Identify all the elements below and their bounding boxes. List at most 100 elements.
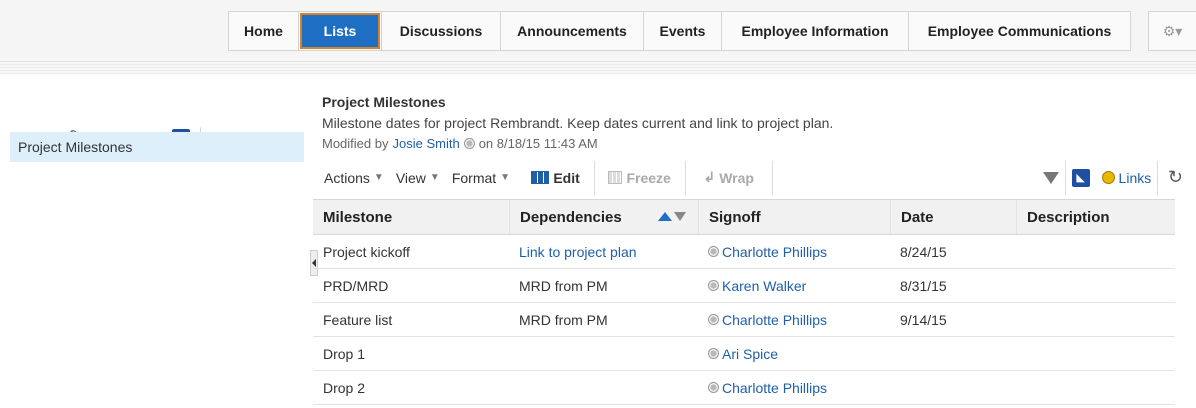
- links-button[interactable]: Links: [1096, 160, 1158, 195]
- cell-dependencies: Link to project plan: [509, 235, 698, 269]
- presence-icon: [708, 314, 719, 325]
- column-label: Milestone: [323, 208, 393, 226]
- cell-date-value: 9/14/15: [900, 311, 947, 328]
- chevron-down-icon: ▼: [429, 172, 440, 183]
- column-header-dependencies[interactable]: Dependencies: [509, 200, 698, 234]
- presence-icon: [708, 382, 719, 393]
- tab-lists[interactable]: Lists: [299, 11, 382, 51]
- modified-date: on 8/18/15 11:43 AM: [478, 136, 598, 151]
- refresh-icon: ↻: [1167, 167, 1183, 187]
- table-header: Milestone Dependencies Signoff Date Desc…: [313, 199, 1175, 235]
- cell-signoff-value[interactable]: Charlotte Phillips: [722, 244, 827, 260]
- cell-date-value: 8/31/15: [900, 277, 947, 294]
- table-row[interactable]: Drop 1 Ari Spice: [313, 337, 1175, 371]
- tab-home[interactable]: Home: [228, 11, 299, 51]
- cell-milestone: PRD/MRD: [313, 269, 509, 303]
- column-header-milestone[interactable]: Milestone: [313, 200, 509, 234]
- tab-employee-information[interactable]: Employee Information: [722, 11, 909, 51]
- cell-signoff: Charlotte Phillips: [698, 303, 890, 337]
- presence-icon: [708, 348, 719, 359]
- cell-description: [1016, 303, 1175, 337]
- cell-date-value: 8/24/15: [900, 243, 947, 260]
- column-header-description[interactable]: Description: [1016, 200, 1175, 234]
- view-label: View: [395, 169, 426, 186]
- milestones-table: Milestone Dependencies Signoff Date Desc…: [313, 199, 1175, 405]
- cell-signoff-value[interactable]: Ari Spice: [722, 346, 778, 362]
- sidebar-item-project-milestones[interactable]: Project Milestones: [10, 132, 304, 162]
- rss-icon: ◣: [1071, 168, 1090, 187]
- refresh-button[interactable]: ↻: [1158, 160, 1193, 195]
- cell-signoff-value[interactable]: Karen Walker: [722, 278, 806, 294]
- chevron-down-icon: ▼: [500, 172, 511, 183]
- cell-milestone-value: Drop 1: [323, 345, 366, 362]
- cell-date: 8/24/15: [890, 235, 1016, 269]
- header-divider: [0, 62, 1196, 74]
- settings-menu-button[interactable]: ⚙▾: [1148, 11, 1196, 51]
- tab-announcements[interactable]: Announcements: [501, 11, 644, 51]
- table-row[interactable]: Project kickoff Link to project plan Charl…: [313, 235, 1175, 269]
- cell-dependencies-value[interactable]: Link to project plan: [519, 244, 637, 260]
- format-menu[interactable]: Format ▼: [446, 160, 516, 195]
- view-menu[interactable]: View ▼: [390, 160, 446, 195]
- cell-signoff-value[interactable]: Charlotte Phillips: [722, 380, 827, 396]
- table-row[interactable]: Feature list MRD from PM Charlotte Phillip…: [313, 303, 1175, 337]
- sort-arrows[interactable]: [658, 212, 686, 221]
- cell-signoff: Charlotte Phillips: [698, 371, 890, 405]
- filter-button[interactable]: [1037, 160, 1065, 195]
- table-row[interactable]: PRD/MRD MRD from PM Karen Walker 8/31/15: [313, 269, 1175, 303]
- cell-dependencies: [509, 337, 698, 371]
- tab-discussions[interactable]: Discussions: [382, 11, 501, 51]
- table-edit-icon: [531, 171, 550, 184]
- cell-milestone-value: Project kickoff: [323, 243, 410, 260]
- cell-milestone-value: Feature list: [323, 311, 393, 328]
- cell-date: [890, 337, 1016, 371]
- column-label: Date: [901, 208, 934, 226]
- cell-signoff-value[interactable]: Charlotte Phillips: [722, 312, 827, 328]
- rss-button[interactable]: ◣: [1066, 160, 1096, 195]
- cell-description: [1016, 337, 1175, 371]
- links-label: Links: [1118, 169, 1152, 186]
- cell-description: [1016, 235, 1175, 269]
- chevron-down-icon: ▼: [373, 172, 384, 183]
- edit-label: Edit: [553, 169, 580, 186]
- column-header-signoff[interactable]: Signoff: [698, 200, 890, 234]
- wrap-icon: ↲: [703, 169, 716, 185]
- presence-icon: [708, 246, 719, 257]
- edit-button[interactable]: Edit: [525, 160, 593, 195]
- column-header-date[interactable]: Date: [890, 200, 1016, 234]
- tab-employee-communications[interactable]: Employee Communications: [909, 11, 1131, 51]
- modified-prefix: Modified by: [322, 136, 389, 151]
- actions-menu[interactable]: Actions ▼: [318, 160, 390, 195]
- cell-dependencies: MRD from PM: [509, 303, 698, 337]
- freeze-button[interactable]: Freeze: [594, 160, 684, 195]
- cell-milestone: Feature list: [313, 303, 509, 337]
- gear-icon: ⚙▾: [1162, 22, 1183, 39]
- freeze-label: Freeze: [626, 169, 671, 186]
- sort-descending-icon[interactable]: [674, 212, 686, 221]
- cell-milestone-value: PRD/MRD: [323, 277, 389, 294]
- tab-events[interactable]: Events: [644, 11, 722, 51]
- list-title: Project Milestones: [322, 94, 446, 110]
- cell-date: [890, 371, 1016, 405]
- sidebar-item-label: Project Milestones: [18, 139, 133, 155]
- cell-milestone: Drop 1: [313, 337, 509, 371]
- cell-signoff: Ari Spice: [698, 337, 890, 371]
- sort-ascending-icon[interactable]: [658, 212, 672, 221]
- presence-icon: [463, 138, 475, 149]
- freeze-icon: [608, 171, 623, 184]
- cell-dependencies-value: MRD from PM: [519, 311, 608, 328]
- cell-dependencies: MRD from PM: [509, 269, 698, 303]
- list-description: Milestone dates for project Rembrandt. K…: [322, 115, 834, 131]
- table-row[interactable]: Drop 2 Charlotte Phillips: [313, 371, 1175, 405]
- cell-dependencies: [509, 371, 698, 405]
- cell-description: [1016, 269, 1175, 303]
- presence-icon: [708, 280, 719, 291]
- main-nav: Home Lists Discussions Announcements Eve…: [228, 11, 1131, 51]
- filter-icon: [1042, 171, 1059, 184]
- column-label: Signoff: [709, 208, 761, 226]
- modified-by-link[interactable]: Josie Smith: [392, 136, 459, 151]
- table-toolbar: Actions ▼ View ▼ Format ▼ Edit Freeze ↲ Wrap…: [318, 160, 1193, 195]
- actions-label: Actions: [324, 169, 370, 186]
- wrap-button[interactable]: ↲ Wrap: [685, 160, 771, 195]
- column-label: Dependencies: [520, 208, 622, 226]
